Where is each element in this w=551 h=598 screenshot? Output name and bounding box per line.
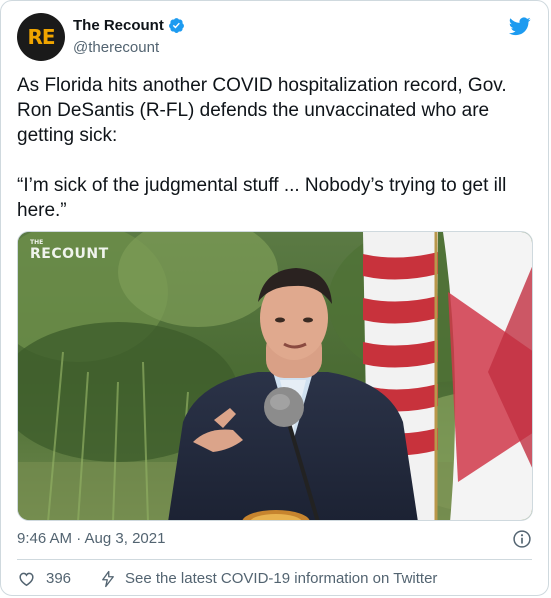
tweet-actions: 396 See the latest COVID-19 information … — [17, 569, 437, 588]
recount-watermark: THE RECOUNT — [30, 239, 109, 263]
tweet-quote: “I’m sick of the judgmental stuff ... No… — [17, 175, 507, 221]
info-icon[interactable] — [512, 529, 532, 549]
author-display-name[interactable]: The Recount — [73, 17, 164, 34]
lightning-icon — [102, 570, 114, 587]
author-name-row: The Recount — [73, 17, 185, 34]
tweet-video[interactable]: THE RECOUNT — [17, 231, 533, 521]
tweet-text: As Florida hits another COVID hospitaliz… — [17, 73, 532, 223]
author-handle[interactable]: @therecount — [73, 39, 159, 56]
tweet-card: RE The Recount @therecount As Florida hi… — [0, 0, 549, 596]
tweet-timestamp[interactable]: 9:46 AM · Aug 3, 2021 — [17, 530, 165, 547]
avatar[interactable]: RE — [17, 13, 65, 61]
verified-badge-icon — [168, 18, 184, 33]
video-frame — [18, 232, 532, 520]
like-button[interactable]: 396 — [17, 569, 71, 588]
twitter-bird-icon[interactable] — [508, 15, 532, 37]
covid-info-link[interactable]: See the latest COVID-19 information on T… — [99, 570, 437, 588]
covid-info-label: See the latest COVID-19 information on T… — [125, 570, 438, 587]
tweet-paragraph: As Florida hits another COVID hospitaliz… — [17, 75, 507, 146]
heart-icon — [19, 572, 34, 587]
like-count: 396 — [46, 570, 72, 587]
divider — [17, 559, 532, 560]
